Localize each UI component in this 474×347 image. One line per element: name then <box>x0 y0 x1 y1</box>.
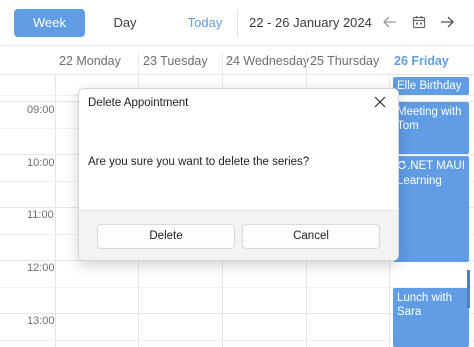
close-icon[interactable] <box>372 94 388 110</box>
delete-button[interactable]: Delete <box>97 224 235 249</box>
delete-appointment-dialog: Delete Appointment Are you sure you want… <box>78 88 399 261</box>
dialog-message: Are you sure you want to delete the seri… <box>88 156 310 168</box>
dialog-title: Delete Appointment <box>88 97 189 109</box>
dialog-footer: Delete Cancel <box>79 210 398 260</box>
cancel-button[interactable]: Cancel <box>242 224 380 249</box>
